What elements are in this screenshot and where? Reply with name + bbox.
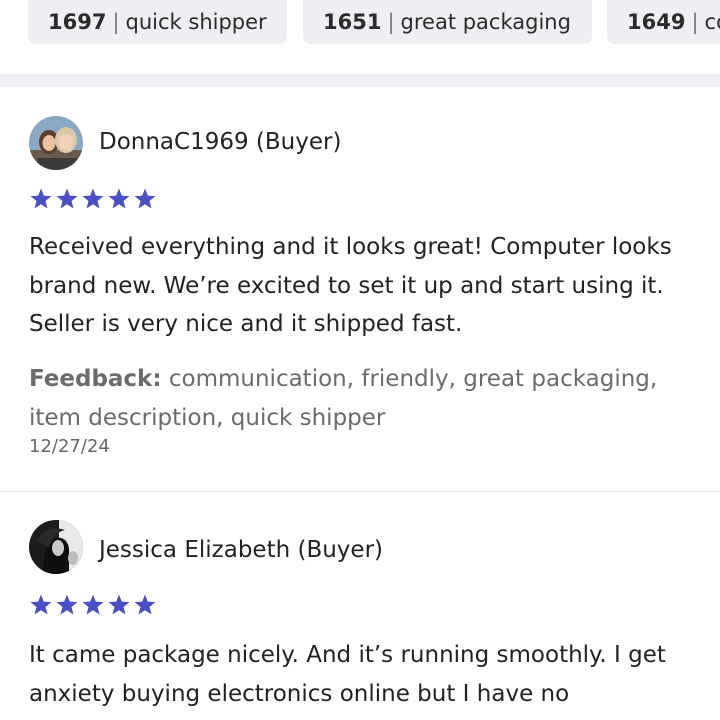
- chip-count: 1649: [627, 10, 686, 34]
- star-icon: [56, 188, 78, 209]
- star-icon: [134, 188, 156, 209]
- star-rating: [29, 593, 157, 617]
- chip-label: great packaging: [400, 10, 571, 34]
- star-icon: [108, 594, 130, 615]
- chip-label: co: [704, 10, 720, 34]
- review-date: 12/27/24: [29, 436, 110, 457]
- filter-chip-great-packaging[interactable]: 1651 | great packaging: [303, 0, 592, 44]
- feedback-label: Feedback:: [29, 366, 162, 392]
- reviewer-name[interactable]: DonnaC1969 (Buyer): [99, 129, 341, 155]
- chip-separator: |: [387, 10, 395, 34]
- feedback-filter-bar: 1697 | quick shipper 1651 | great packaging …: [0, 0, 720, 74]
- chip-label: quick shipper: [125, 10, 267, 34]
- star-icon: [30, 188, 52, 209]
- star-icon: [30, 594, 52, 615]
- star-icon: [82, 188, 104, 209]
- user-photo-icon[interactable]: [29, 520, 83, 574]
- section-divider: [0, 74, 720, 87]
- review-text: Received everything and it looks great! …: [29, 234, 672, 337]
- star-icon: [56, 594, 78, 615]
- filter-chip-quick-shipper[interactable]: 1697 | quick shipper: [28, 0, 287, 44]
- reviewer-name[interactable]: Jessica Elizabeth (Buyer): [99, 537, 383, 563]
- review-card: Jessica Elizabeth (Buyer) It came packag…: [0, 493, 720, 720]
- chip-separator: |: [112, 10, 120, 34]
- chip-count: 1651: [323, 10, 382, 34]
- review-text: It came package nicely. And it’s running…: [29, 642, 666, 707]
- user-photo-icon[interactable]: [29, 116, 83, 170]
- filter-chip-communication[interactable]: 1649|co: [607, 0, 720, 44]
- review-card: DonnaC1969 (Buyer) Received everything a…: [0, 87, 720, 492]
- star-icon: [82, 594, 104, 615]
- chip-count: 1697: [48, 10, 107, 34]
- chip-separator: |: [691, 10, 699, 34]
- star-rating: [29, 187, 157, 211]
- star-icon: [108, 188, 130, 209]
- star-icon: [134, 594, 156, 615]
- feedback-tags: Feedback: communication, friendly, great…: [29, 360, 699, 437]
